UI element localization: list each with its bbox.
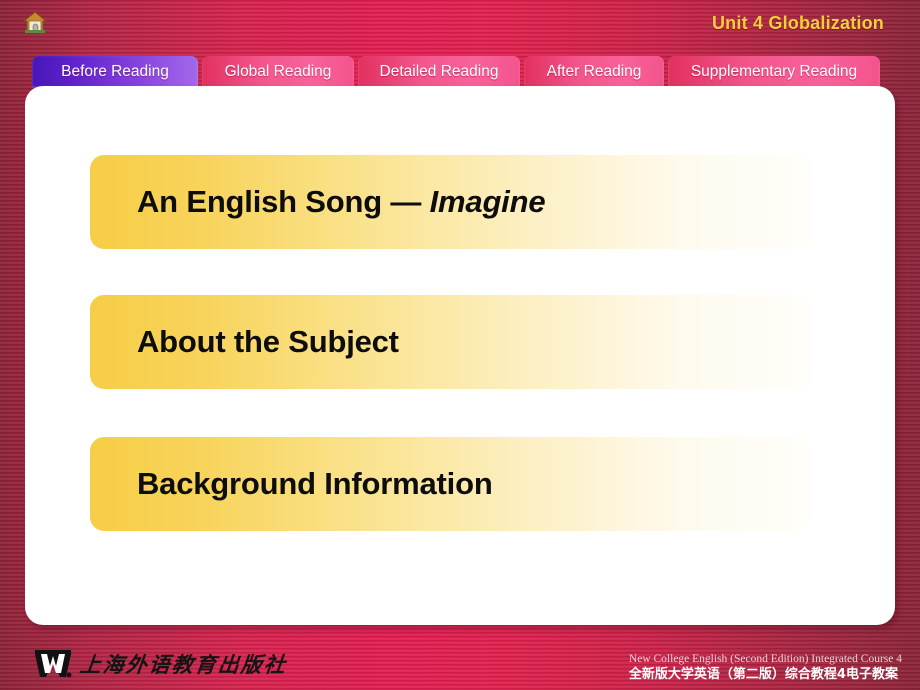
publisher-logo: 上海外语教育出版社 [33, 648, 289, 679]
content-item-background-information[interactable]: Background Information [90, 437, 812, 531]
content-item-text: About the Subject [137, 324, 399, 359]
course-title-cn: 全新版大学英语（第二版）综合教程4电子教案 [628, 667, 898, 682]
content-item-english-song[interactable]: An English Song — Imagine [90, 155, 812, 249]
footer-bar: 上海外语教育出版社 New College English (Second Ed… [0, 628, 920, 690]
page-title: Unit 4 Globalization [711, 13, 884, 33]
publisher-name: 上海外语教育出版社 [78, 652, 289, 677]
tab-before-reading[interactable]: Before Reading [32, 56, 198, 88]
content-item-label: An English Song — Imagine [137, 184, 546, 220]
tab-global-reading[interactable]: Global Reading [202, 56, 354, 88]
tab-supplementary-reading[interactable]: Supplementary Reading [668, 56, 880, 88]
content-item-label: About the Subject [137, 324, 399, 360]
content-item-about-subject[interactable]: About the Subject [90, 295, 812, 389]
tab-bar: Before Reading Global Reading Detailed R… [32, 54, 880, 88]
header-bar: Unit 4 Globalization [0, 0, 920, 48]
tab-after-reading[interactable]: After Reading [524, 56, 664, 88]
content-panel: An English Song — Imagine About the Subj… [25, 86, 895, 625]
tab-detailed-reading[interactable]: Detailed Reading [358, 56, 520, 88]
course-info: New College English (Second Edition) Int… [629, 652, 902, 683]
w-logo-icon [33, 648, 73, 679]
content-item-label: Background Information [137, 466, 493, 502]
content-item-text: Background Information [137, 466, 493, 501]
slide-root: Unit 4 Globalization Before Reading Glob… [0, 0, 920, 690]
content-item-text: An English Song — [137, 184, 430, 219]
content-item-emphasis: Imagine [429, 184, 546, 219]
course-title-en: New College English (Second Edition) Int… [628, 653, 902, 665]
home-icon[interactable] [22, 10, 48, 34]
